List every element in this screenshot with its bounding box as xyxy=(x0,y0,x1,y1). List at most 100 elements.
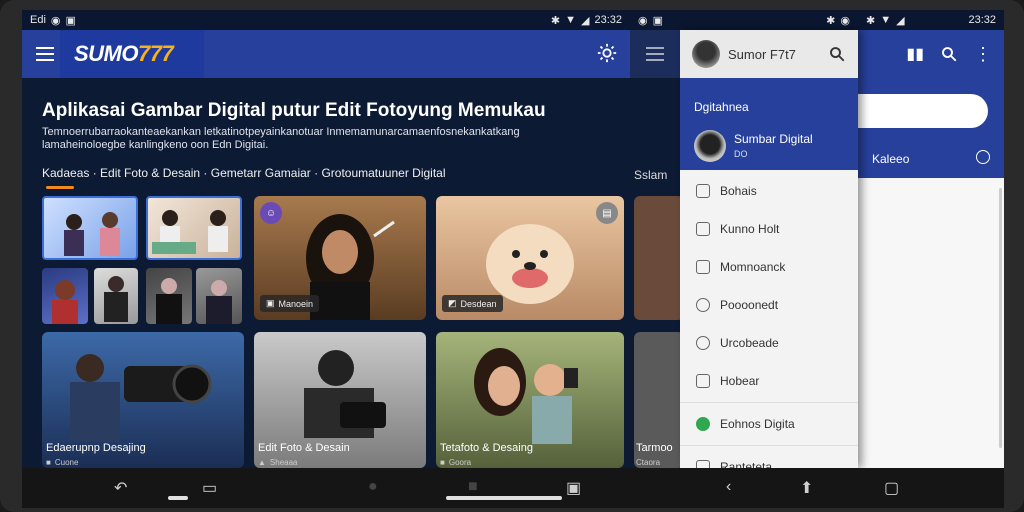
divider xyxy=(680,402,858,403)
signal-icon: ◢ xyxy=(581,14,590,27)
account-avatar[interactable] xyxy=(694,130,726,162)
back-icon[interactable]: ↶ xyxy=(114,478,127,498)
menu-item-6[interactable]: Hobear xyxy=(680,362,858,400)
photo-card-camera[interactable]: Edit Foto & Desain ▲ Sheaaa xyxy=(254,332,426,468)
status-bar: Edi ◉ ▣ ✱ ▼ ◢ 23:32 xyxy=(22,10,630,30)
record-icon: ◉ xyxy=(638,14,648,27)
circle-icon[interactable]: ● xyxy=(368,478,378,496)
status-bar-drawer: ✱ ◉ xyxy=(680,10,858,30)
main-content: Aplikasai Gambar Digital putur Edit Foto… xyxy=(22,78,630,468)
photo-card-photographer[interactable]: Edaerupnp Desajing ■ Cuone xyxy=(42,332,244,468)
tag-icon: ▣ xyxy=(266,298,275,308)
record-icon: ◉ xyxy=(840,14,850,27)
page-title: Aplikasai Gambar Digital putur Edit Foto… xyxy=(42,100,546,121)
page-description: Temnoerrubarraokanteaekankan letkatinotp… xyxy=(42,126,520,151)
status-label: Edi xyxy=(30,14,46,26)
home-icon[interactable]: ⬆ xyxy=(800,478,813,498)
right-tab-label[interactable]: Kaleeo xyxy=(872,152,909,166)
recents-icon[interactable]: ▢ xyxy=(884,478,899,498)
recents-icon[interactable]: ▣ xyxy=(566,478,581,498)
drawer-title: Sumor F7t7 xyxy=(728,46,796,62)
account-section: Dgitahnea Sumbar Digital DO xyxy=(680,78,858,170)
card-tag: ▣ Manoein xyxy=(260,295,320,312)
tag-icon: ◩ xyxy=(448,298,457,308)
status-bar-mid: ◉ ▣ xyxy=(630,10,680,30)
menu-item-7[interactable]: Eohnos Digita xyxy=(680,405,858,443)
menu-icon[interactable] xyxy=(36,47,54,61)
check-circle-icon xyxy=(696,298,710,312)
card-tag: ◩ Desdean xyxy=(442,295,503,312)
square-icon[interactable]: ■ xyxy=(468,478,478,496)
right-header: Kaleeo xyxy=(858,78,1004,178)
category-tabs[interactable]: Kadaeas · Edit Foto & Desain · Gemetarr … xyxy=(42,166,446,180)
card-footer: ■ Goora xyxy=(440,458,472,467)
home-icon[interactable]: ▭ xyxy=(202,478,217,498)
account-name[interactable]: Sumbar Digital xyxy=(734,132,813,146)
drawer-header: Sumor F7t7 xyxy=(680,30,858,78)
logo: SUMO777 xyxy=(60,30,204,78)
menu-item-8[interactable]: Ranteteta xyxy=(680,448,858,468)
menu-item-1[interactable]: Bohais xyxy=(680,172,858,210)
divider xyxy=(680,445,858,446)
logo-number: 777 xyxy=(138,41,174,66)
menu-item-3[interactable]: Momnoanck xyxy=(680,248,858,286)
folder-icon xyxy=(696,260,710,274)
thumbnail-2[interactable] xyxy=(146,196,242,260)
menu-item-4[interactable]: Poooonedt xyxy=(680,286,858,324)
screen: Edi ◉ ▣ ✱ ▼ ◢ 23:32 ◉ ▣ ✱ ◉ ✱ ▼ ◢ 23:32 xyxy=(22,10,1004,468)
image-icon: ▣ xyxy=(65,14,76,27)
avatar[interactable] xyxy=(692,40,720,68)
card-footer: Ctaora xyxy=(636,458,661,467)
gesture-bar[interactable] xyxy=(446,496,562,500)
chat-icon xyxy=(696,417,710,431)
drawer-menu: Bohais Kunno Holt Momnoanck Poooonedt Ur… xyxy=(680,172,858,468)
partial-card[interactable]: Tarmoo Ctaora xyxy=(634,332,680,468)
card-badge-icon: ☺ xyxy=(260,202,282,224)
bluetooth-icon: ✱ xyxy=(866,14,876,27)
thumbnail-3[interactable] xyxy=(42,268,88,324)
active-tab-indicator xyxy=(46,186,74,189)
search-icon[interactable] xyxy=(940,45,958,63)
book-icon[interactable]: ▮▮ xyxy=(906,44,924,64)
thumbnail-5[interactable] xyxy=(146,268,192,324)
scrollbar[interactable] xyxy=(999,188,1002,448)
search-icon[interactable] xyxy=(828,45,846,63)
category-label: Sslam xyxy=(634,168,668,182)
more-icon[interactable]: ⋮ xyxy=(974,44,992,65)
app-bar-right: ▮▮ ⋮ xyxy=(858,30,1004,78)
thumbnail-6[interactable] xyxy=(196,268,242,324)
gesture-bar[interactable] xyxy=(168,496,188,500)
wifi-icon: ▼ xyxy=(880,14,892,26)
photo-card-selfie[interactable]: Tetafoto & Desaing ■ Goora xyxy=(436,332,624,468)
settings-icon[interactable] xyxy=(596,42,618,69)
shield-icon xyxy=(696,336,710,350)
card-footer: ▲ Sheaaa xyxy=(258,458,298,467)
menu-item-2[interactable]: Kunno Holt xyxy=(680,210,858,248)
menu-item-5[interactable]: Urcobeade xyxy=(680,324,858,362)
app-bar: SUMO777 xyxy=(22,30,630,78)
photo-card-dog[interactable]: ◩ Desdean ▤ xyxy=(436,196,624,320)
search-input[interactable] xyxy=(858,94,988,128)
bluetooth-icon: ✱ xyxy=(550,14,561,27)
logo-text: SUMO xyxy=(74,41,139,66)
info-icon[interactable] xyxy=(976,150,990,164)
back-icon[interactable]: ‹ xyxy=(726,478,731,496)
app-bar-mid xyxy=(630,30,680,78)
thumbnail-1[interactable] xyxy=(42,196,138,260)
document-icon xyxy=(696,374,710,388)
status-time-right: 23:32 xyxy=(968,14,996,26)
home-icon xyxy=(696,460,710,468)
footer-icon: ■ xyxy=(440,458,445,467)
navigation-drawer: Sumor F7t7 Dgitahnea Sumbar Digital DO B… xyxy=(680,30,858,468)
card-badge-icon: ▤ xyxy=(596,202,618,224)
card-title: Edaerupnp Desajing xyxy=(46,442,146,454)
image-icon: ▣ xyxy=(652,14,664,27)
record-icon: ◉ xyxy=(50,14,61,27)
status-bar-right: ✱ ▼ ◢ 23:32 xyxy=(858,10,1004,30)
menu-icon[interactable] xyxy=(646,47,664,61)
footer-icon: ▲ xyxy=(258,458,266,467)
card-footer: ■ Cuone xyxy=(46,458,79,467)
partial-card[interactable] xyxy=(634,196,680,320)
photo-card-portrait[interactable]: ▣ Manoein ☺ xyxy=(254,196,426,320)
thumbnail-4[interactable] xyxy=(94,268,138,324)
